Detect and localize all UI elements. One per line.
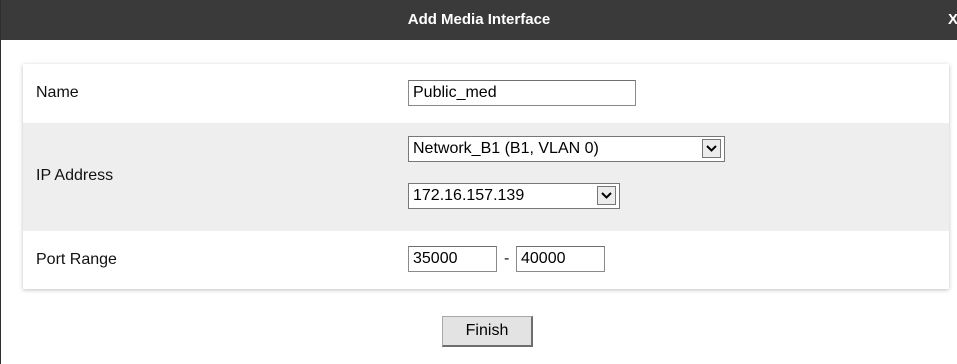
finish-button[interactable]: Finish [442, 316, 533, 347]
port-range-row: Port Range 35000 - 40000 [23, 231, 949, 289]
ip-address-row: IP Address Network_B1 (B1, VLAN 0) 172.1… [23, 123, 949, 231]
ip-select[interactable]: 172.16.157.139 [408, 183, 620, 209]
name-label: Name [36, 84, 79, 101]
name-input[interactable]: Public_med [408, 80, 636, 106]
chevron-down-icon[interactable] [597, 186, 616, 205]
port-range-label: Port Range [36, 251, 117, 268]
dialog-titlebar: Add Media Interface X [1, 0, 957, 40]
name-row: Name Public_med [23, 64, 949, 123]
ip-address-label: IP Address [36, 167, 114, 184]
network-select-value: Network_B1 (B1, VLAN 0) [413, 140, 599, 157]
close-button[interactable]: X [948, 0, 957, 40]
network-select[interactable]: Network_B1 (B1, VLAN 0) [408, 136, 725, 162]
dialog-title: Add Media Interface [407, 11, 551, 28]
port-range-start-input[interactable]: 35000 [408, 246, 497, 272]
chevron-down-icon[interactable] [702, 139, 721, 158]
port-range-end-input[interactable]: 40000 [516, 246, 605, 272]
add-media-interface-dialog: Add Media Interface X Name Public_med IP… [0, 0, 957, 364]
ip-select-value: 172.16.157.139 [413, 187, 525, 204]
port-range-separator: - [504, 250, 510, 267]
form-panel: Name Public_med IP Address Network_B1 (B… [23, 64, 949, 289]
